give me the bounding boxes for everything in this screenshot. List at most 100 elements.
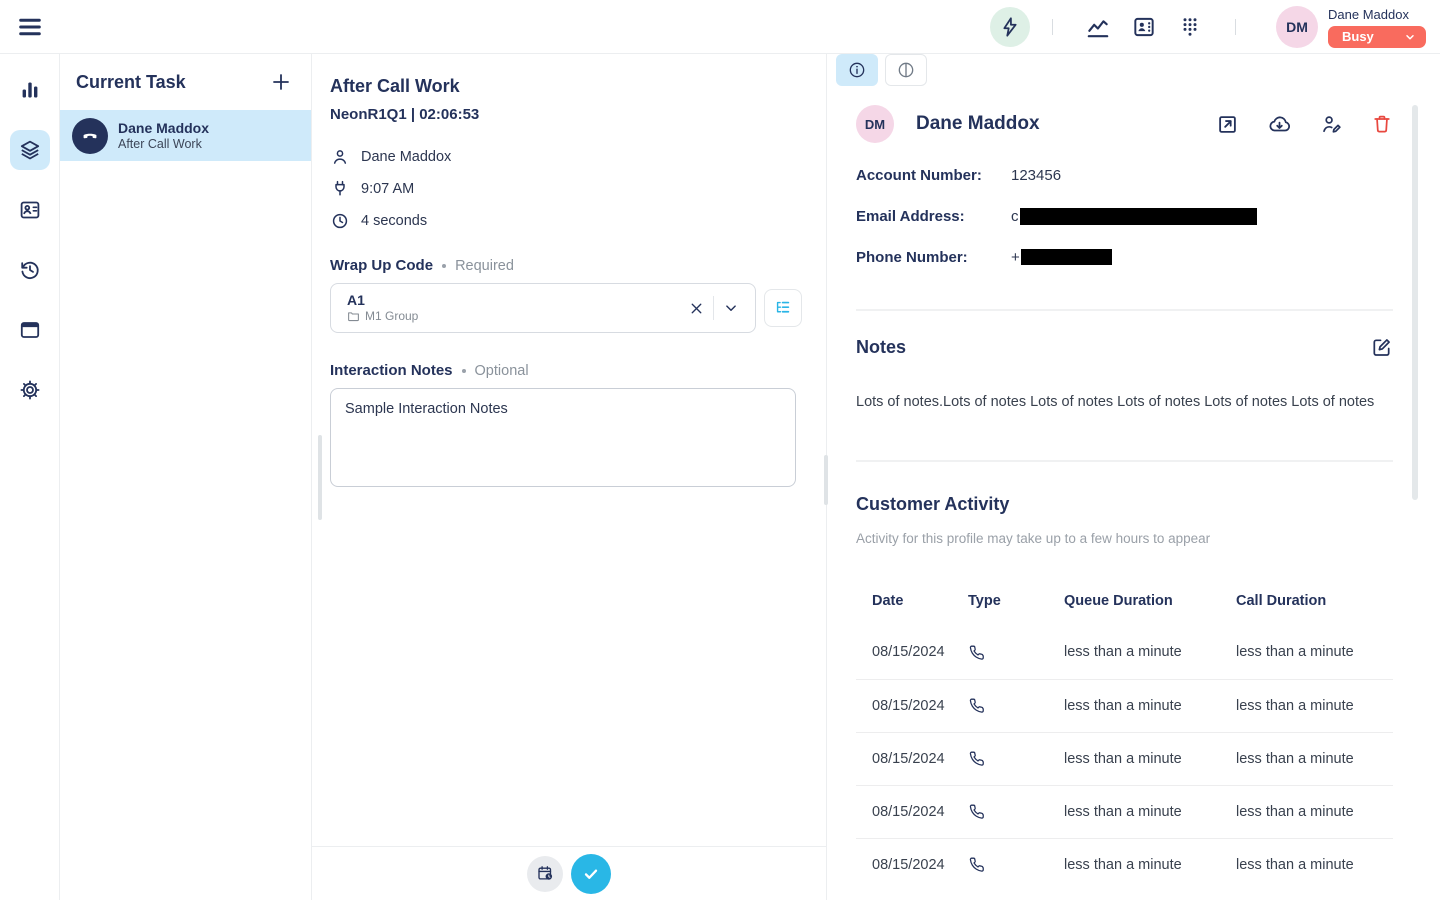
contact-avatar: DM [856,105,894,143]
customer-activity-table: Date Type Queue Duration Call Duration 0… [856,576,1393,891]
status-dropdown[interactable]: Busy [1328,26,1426,48]
line-chart-icon[interactable] [1083,12,1113,42]
detail-start-time-text: 9:07 AM [361,181,414,197]
wrapup-group: M1 Group [365,309,418,324]
redacted-email-value [1020,208,1257,225]
delete-contact-icon[interactable] [1371,113,1393,135]
history-icon [18,258,42,282]
contact-card-icon [18,198,42,222]
activity-type [968,626,1064,679]
sidebar-item-history[interactable] [10,250,50,290]
activity-row[interactable]: 08/15/2024 less than a minute less than … [856,732,1393,785]
info-icon [847,60,867,80]
field-email: Email Address: c [856,205,1393,227]
wrapup-tree-view-button[interactable] [764,289,802,327]
column-call-duration: Call Duration [1236,576,1393,626]
dot-separator [442,264,446,268]
interaction-notes-requirement: Optional [475,363,529,379]
acw-title: After Call Work [330,76,809,97]
interaction-notes-input[interactable] [330,388,796,487]
activity-date: 08/15/2024 [856,838,968,891]
clear-icon[interactable] [682,294,710,322]
contrast-icon [896,60,916,80]
interaction-notes-label: Interaction Notes [330,362,453,379]
dialpad-icon[interactable] [1175,12,1205,42]
sidebar-item-tasks[interactable] [10,130,50,170]
top-bar: DM Dane Maddox Busy [0,0,1440,54]
activity-type [968,838,1064,891]
sidebar-item-contacts[interactable] [10,190,50,230]
phone-call-icon [968,750,985,767]
phone-icon [72,118,108,154]
sidebar-item-settings[interactable] [10,370,50,410]
activity-row[interactable]: 08/15/2024 less than a minute less than … [856,626,1393,679]
trash-icon [1371,113,1393,135]
activity-call-duration: less than a minute [1236,679,1393,732]
sidebar-item-windows[interactable] [10,310,50,350]
tab-contact-info[interactable] [836,54,878,86]
activity-row[interactable]: 08/15/2024 less than a minute less than … [856,838,1393,891]
folder-icon [347,310,360,323]
redacted-phone-value [1021,249,1112,265]
interaction-notes-label-row: Interaction Notes Optional [330,362,809,379]
activity-call-duration: less than a minute [1236,838,1393,891]
add-task-button[interactable] [269,69,295,95]
dot-separator [462,369,466,373]
field-phone: Phone Number: + [856,246,1393,268]
schedule-callback-button[interactable] [527,856,563,892]
wrapup-requirement: Required [455,258,514,274]
left-rail [0,54,60,900]
contact-name: Dane Maddox [916,113,1216,135]
cloud-download-icon[interactable] [1267,112,1292,137]
detail-start-time: 9:07 AM [330,177,809,201]
contact-card-icon[interactable] [1129,12,1159,42]
wrapup-code-select[interactable]: A1 M1 Group [330,283,756,333]
divider [1235,19,1236,35]
plus-icon [269,70,293,94]
user-avatar[interactable]: DM [1276,6,1318,48]
tab-journey[interactable] [885,54,927,86]
sidebar-item-stats[interactable] [10,70,50,110]
wrapup-label: Wrap Up Code [330,257,433,274]
open-external-icon[interactable] [1216,113,1239,136]
lightning-icon[interactable] [990,7,1030,47]
activity-row[interactable]: 08/15/2024 less than a minute less than … [856,785,1393,838]
status-label: Busy [1342,29,1374,44]
contact-panel-scrollbar[interactable] [1412,105,1418,500]
activity-call-duration: less than a minute [1236,732,1393,785]
menu-icon[interactable] [16,13,44,41]
acw-footer [312,846,826,900]
activity-date: 08/15/2024 [856,679,968,732]
activity-type [968,679,1064,732]
column-queue-duration: Queue Duration [1064,576,1236,626]
customer-activity-title: Customer Activity [856,494,1009,515]
field-value: 123456 [1011,167,1061,184]
activity-queue-duration: less than a minute [1064,785,1236,838]
task-panel-scrollbar[interactable] [318,435,322,520]
phone-call-icon [968,856,985,873]
chevron-down-icon[interactable] [717,294,745,322]
activity-type [968,732,1064,785]
phone-call-icon [968,803,985,820]
panel-title: Current Task [76,72,186,93]
activity-call-duration: less than a minute [1236,626,1393,679]
detail-duration: 4 seconds [330,209,809,233]
edit-contact-icon[interactable] [1320,113,1343,136]
field-label: Account Number: [856,167,1011,184]
contact-tabs [836,54,927,86]
activity-date: 08/15/2024 [856,732,968,785]
activity-queue-duration: less than a minute [1064,679,1236,732]
layers-icon [18,138,42,162]
detail-contact-text: Dane Maddox [361,149,451,165]
detail-contact: Dane Maddox [330,145,809,169]
notes-text: Lots of notes.Lots of notes Lots of note… [856,394,1393,410]
acw-panel-scrollbar[interactable] [824,455,828,505]
edit-notes-icon[interactable] [1370,336,1393,359]
task-list-item[interactable]: Dane Maddox After Call Work [60,110,311,161]
complete-acw-button[interactable] [571,854,611,894]
gear-icon [18,378,42,402]
current-task-header: Current Task [60,54,311,110]
activity-row[interactable]: 08/15/2024 less than a minute less than … [856,679,1393,732]
divider [713,296,714,320]
activity-date: 08/15/2024 [856,626,968,679]
